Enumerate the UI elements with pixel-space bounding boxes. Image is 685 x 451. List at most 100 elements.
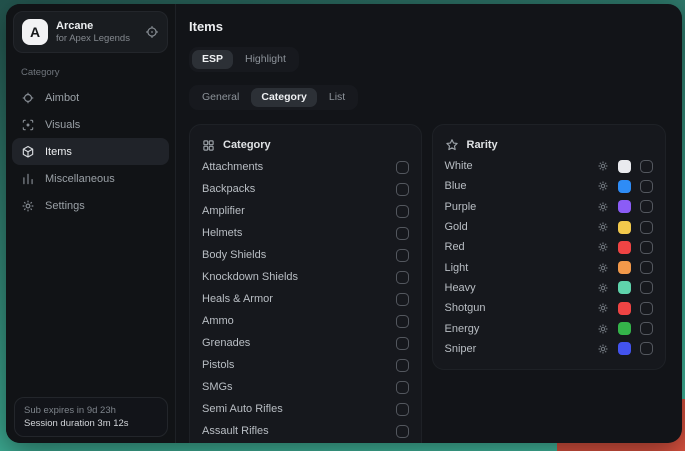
- rarity-row-label: Blue: [445, 180, 598, 192]
- checkbox[interactable]: [640, 322, 653, 335]
- checkbox[interactable]: [396, 381, 409, 394]
- category-panel-header: Category: [202, 134, 409, 156]
- arcane-cheat-window: A Arcane for Apex Legends Category Aimbo…: [6, 4, 682, 443]
- category-row-label: Body Shields: [202, 249, 396, 261]
- app-title: Arcane: [56, 20, 137, 33]
- sidebar-nav: Aimbot Visuals Items Miscellaneous Settings: [6, 84, 175, 219]
- gear-icon[interactable]: [597, 262, 609, 274]
- rarity-row: Energy: [445, 318, 654, 338]
- category-panel: Category AttachmentsBackpacksAmplifierHe…: [189, 124, 422, 443]
- color-swatch[interactable]: [618, 160, 631, 173]
- checkbox[interactable]: [396, 403, 409, 416]
- sidebar-item-label: Visuals: [45, 119, 80, 131]
- category-row-label: Assault Rifles: [202, 425, 396, 437]
- rarity-row-controls: [597, 281, 653, 294]
- category-row: Body Shields: [202, 244, 409, 266]
- rarity-row-label: Energy: [445, 323, 598, 335]
- visuals-scan-icon: [21, 118, 35, 132]
- panels-row: Category AttachmentsBackpacksAmplifierHe…: [189, 124, 666, 443]
- rarity-panel: Rarity WhiteBluePurpleGoldRedLightHeavyS…: [432, 124, 667, 370]
- category-row: Amplifier: [202, 200, 409, 222]
- color-swatch[interactable]: [618, 302, 631, 315]
- tab-general[interactable]: General: [192, 88, 249, 107]
- color-swatch[interactable]: [618, 281, 631, 294]
- color-swatch[interactable]: [618, 200, 631, 213]
- tab-category[interactable]: Category: [251, 88, 317, 107]
- color-swatch[interactable]: [618, 241, 631, 254]
- app-titles: Arcane for Apex Legends: [56, 20, 137, 45]
- gear-icon[interactable]: [597, 302, 609, 314]
- checkbox[interactable]: [396, 315, 409, 328]
- checkbox[interactable]: [396, 161, 409, 174]
- gear-icon[interactable]: [597, 323, 609, 335]
- gear-icon[interactable]: [597, 180, 609, 192]
- color-swatch[interactable]: [618, 180, 631, 193]
- sidebar-item-items[interactable]: Items: [12, 138, 169, 165]
- color-swatch[interactable]: [618, 322, 631, 335]
- mode-pill-group: ESPHighlight: [189, 47, 299, 72]
- rarity-row-label: Sniper: [445, 343, 598, 355]
- rarity-row-controls: [597, 342, 653, 355]
- tab-bar: GeneralCategoryList: [189, 85, 666, 110]
- checkbox[interactable]: [640, 281, 653, 294]
- category-row-label: Amplifier: [202, 205, 396, 217]
- checkbox[interactable]: [640, 241, 653, 254]
- sidebar-item-label: Items: [45, 146, 72, 158]
- rarity-row-controls: [597, 221, 653, 234]
- main-content: Items ESPHighlight GeneralCategoryList C…: [176, 4, 682, 443]
- color-swatch[interactable]: [618, 261, 631, 274]
- checkbox[interactable]: [640, 180, 653, 193]
- sidebar-item-settings[interactable]: Settings: [12, 192, 169, 219]
- category-row: Grenades: [202, 332, 409, 354]
- rarity-row-label: Red: [445, 241, 598, 253]
- checkbox[interactable]: [396, 183, 409, 196]
- checkbox[interactable]: [396, 359, 409, 372]
- checkbox[interactable]: [640, 200, 653, 213]
- crosshair-target-icon[interactable]: [145, 25, 159, 39]
- sub-expires-text: Sub expires in 9d 23h: [24, 404, 158, 417]
- rarity-row: Blue: [445, 176, 654, 196]
- checkbox[interactable]: [396, 271, 409, 284]
- sidebar-item-aimbot[interactable]: Aimbot: [12, 84, 169, 111]
- category-row: SMGs: [202, 376, 409, 398]
- rarity-row-label: Shotgun: [445, 302, 598, 314]
- rarity-row-label: Heavy: [445, 282, 598, 294]
- checkbox[interactable]: [396, 249, 409, 262]
- checkbox[interactable]: [396, 337, 409, 350]
- checkbox[interactable]: [640, 261, 653, 274]
- sidebar-item-miscellaneous[interactable]: Miscellaneous: [12, 165, 169, 192]
- gear-icon[interactable]: [597, 221, 609, 233]
- category-row: Semi Auto Rifles: [202, 398, 409, 420]
- checkbox[interactable]: [396, 227, 409, 240]
- sidebar-item-visuals[interactable]: Visuals: [12, 111, 169, 138]
- gear-icon[interactable]: [597, 282, 609, 294]
- gear-icon[interactable]: [597, 343, 609, 355]
- checkbox[interactable]: [396, 425, 409, 438]
- sidebar-item-label: Miscellaneous: [45, 173, 115, 185]
- rarity-row-controls: [597, 200, 653, 213]
- mode-highlight[interactable]: Highlight: [235, 50, 296, 69]
- tab-pill-group: GeneralCategoryList: [189, 85, 358, 110]
- gear-icon[interactable]: [597, 241, 609, 253]
- rarity-row-controls: [597, 322, 653, 335]
- category-row-label: Attachments: [202, 161, 396, 173]
- color-swatch[interactable]: [618, 342, 631, 355]
- checkbox[interactable]: [396, 293, 409, 306]
- gear-icon[interactable]: [597, 201, 609, 213]
- color-swatch[interactable]: [618, 221, 631, 234]
- gear-icon[interactable]: [597, 160, 609, 172]
- tab-list[interactable]: List: [319, 88, 355, 107]
- rarity-row-label: Gold: [445, 221, 598, 233]
- category-row: Helmets: [202, 222, 409, 244]
- checkbox[interactable]: [640, 160, 653, 173]
- checkbox[interactable]: [640, 342, 653, 355]
- mode-esp[interactable]: ESP: [192, 50, 233, 69]
- checkbox[interactable]: [396, 205, 409, 218]
- category-row-label: Semi Auto Rifles: [202, 403, 396, 415]
- session-duration-text: Session duration 3m 12s: [24, 417, 158, 430]
- sidebar-section-label: Category: [21, 67, 175, 78]
- star-icon: [445, 138, 459, 152]
- checkbox[interactable]: [640, 221, 653, 234]
- category-row: Ammo: [202, 310, 409, 332]
- checkbox[interactable]: [640, 302, 653, 315]
